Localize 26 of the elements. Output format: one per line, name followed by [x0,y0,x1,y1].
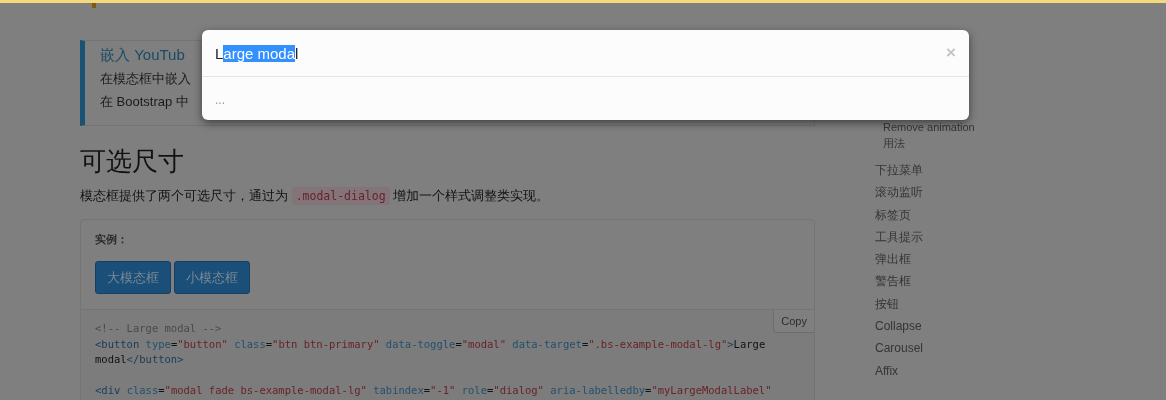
code-line: modal</button> [95,352,184,367]
sidebar-item[interactable]: 按钮 [875,292,899,316]
sidebar-subitem[interactable]: Remove animation [883,119,975,135]
modal-button[interactable]: 大模态框 [95,261,171,294]
sidebar-item[interactable]: 工具提示 [875,225,923,249]
callout-text: 在 Bootstrap 中 [100,93,189,111]
sidebar-item[interactable]: Carousel [875,337,924,360]
modal-body-text: ... [215,93,225,107]
sidebar-item[interactable]: 标签页 [875,203,911,226]
callout-text: 在模态框中嵌入 [100,70,191,88]
sidebar-item[interactable]: 滚动监听 [875,181,923,204]
code-line: <div class="modal fade bs-example-modal-lg" tabindex="-1" role="dialog" aria-labelledby="myLargeModalLabel" [95,383,772,398]
sidebar-subitem[interactable]: 用法 [883,135,905,151]
sidebar-item[interactable]: 警告框 [875,270,911,293]
callout-title[interactable]: 嵌入 YouTub [100,46,185,65]
modal-button[interactable]: 小模态框 [174,261,250,294]
close-button[interactable]: × [946,43,956,63]
copy-button[interactable]: Copy [773,310,814,333]
sidebar-item[interactable]: 下拉菜单 [875,159,923,182]
example-label: 实例： [95,232,128,247]
code-line: <button type="button" class="btn btn-primary" data-toggle="modal" data-target=".bs-example-modal-lg">Large [95,336,766,352]
modal-title: Large modal [215,44,299,62]
section-heading: 可选尺寸 [80,145,184,178]
sidebar-item[interactable]: Collapse [875,315,922,338]
sidebar-item[interactable]: Affix [875,359,899,382]
sidebar-item[interactable]: 弹出框 [875,248,911,271]
